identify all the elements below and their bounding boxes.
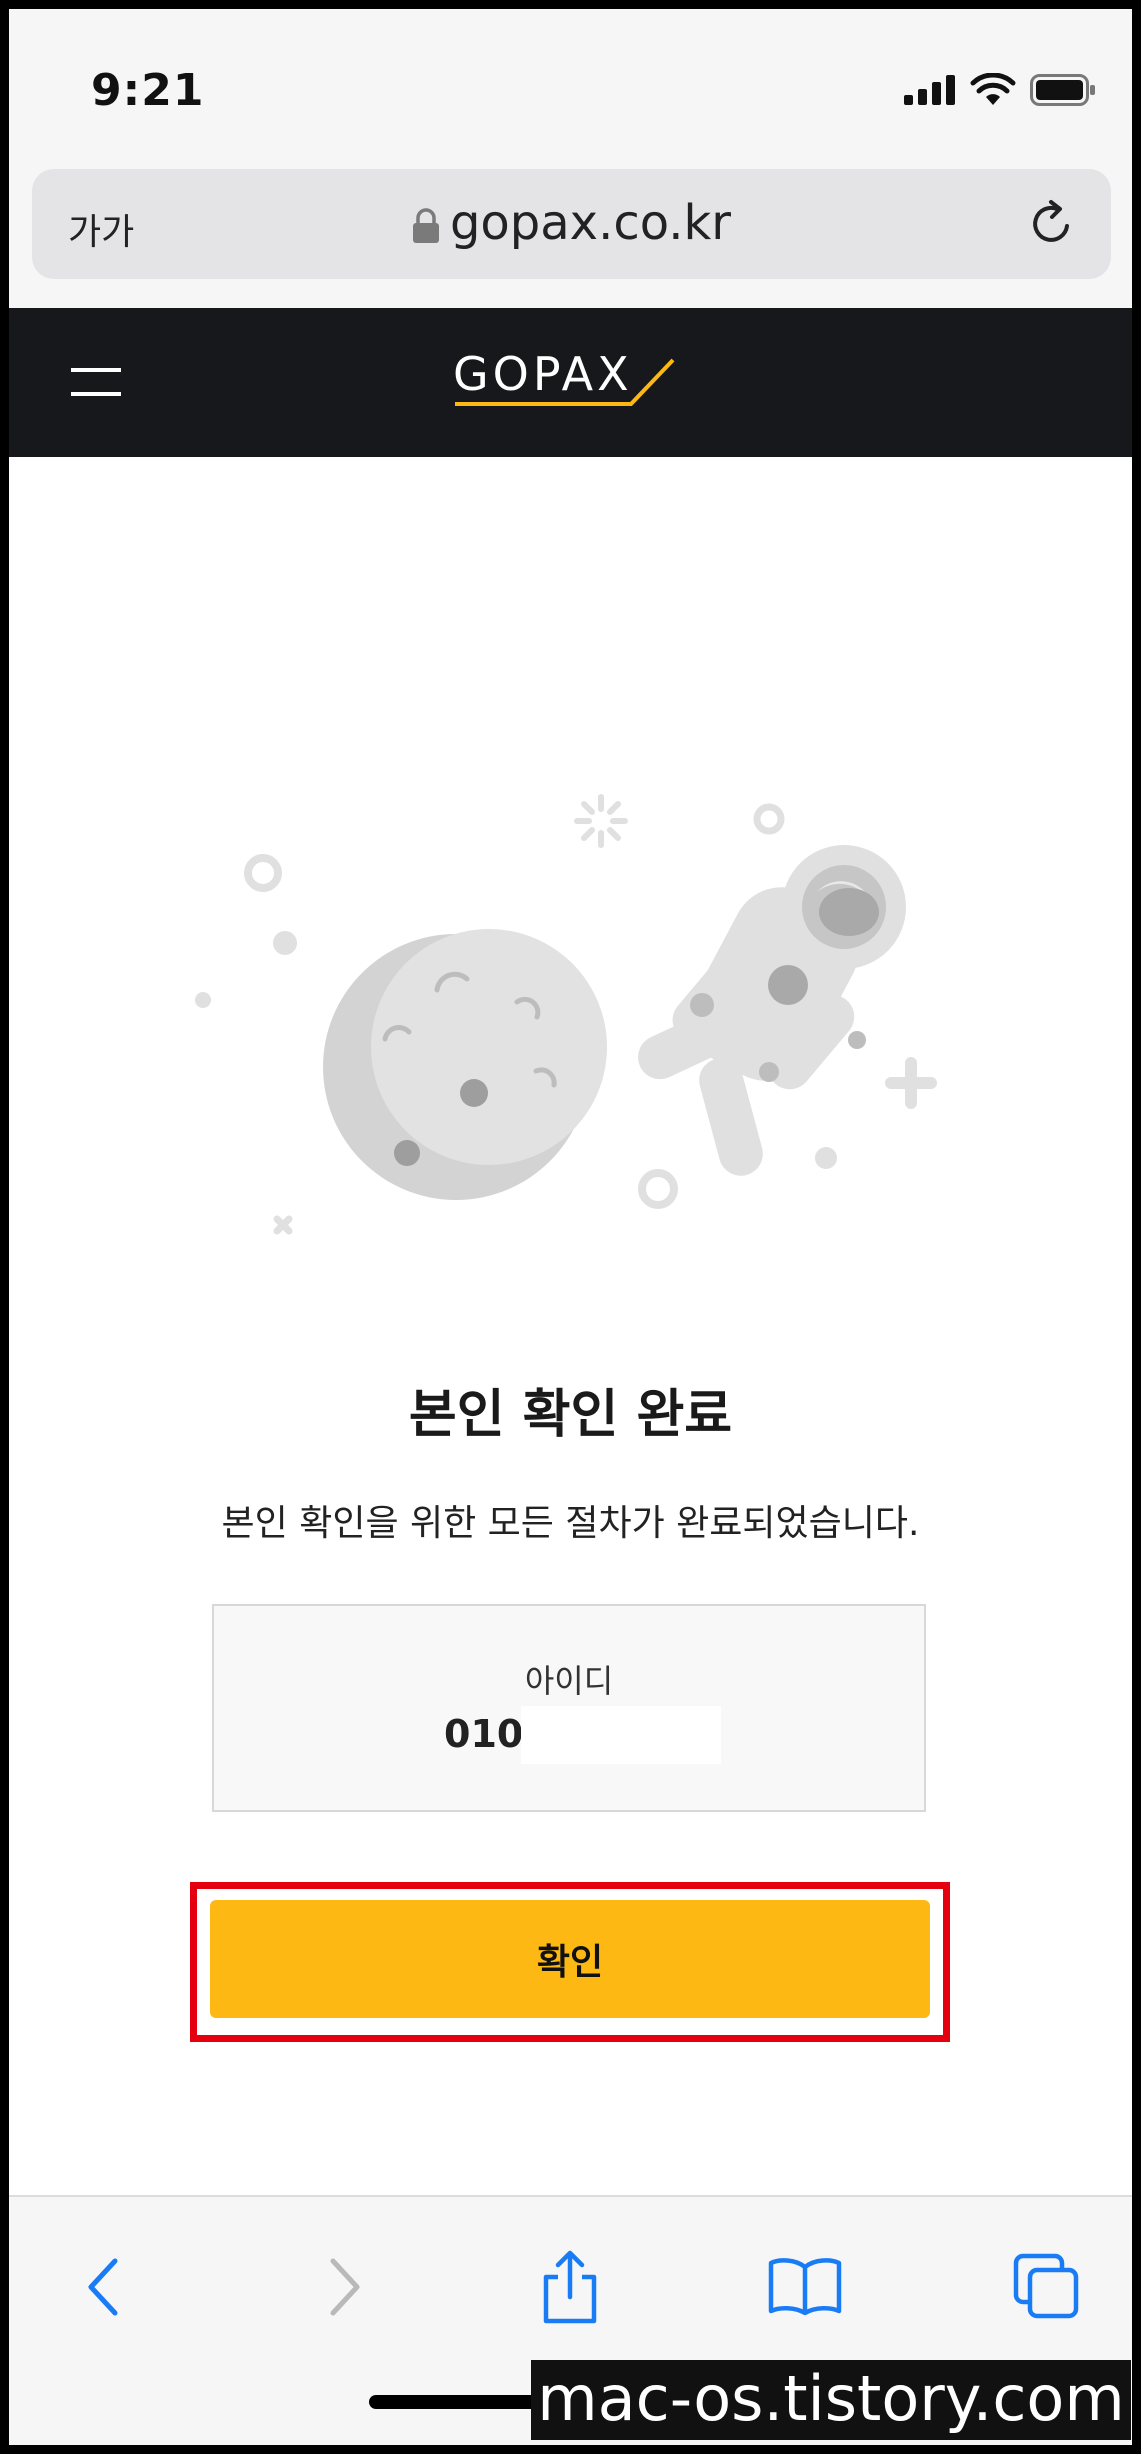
logo-graphic: GOPAX [453, 347, 674, 406]
tabs-button[interactable] [1007, 2247, 1087, 2327]
chevron-left-icon [88, 2258, 118, 2316]
id-redaction-mask [521, 1706, 721, 1764]
id-label: 아이디 [524, 1662, 614, 1700]
reload-icon[interactable] [1027, 199, 1077, 249]
confirm-button[interactable]: 확인 [210, 1900, 930, 2018]
page-description: 본인 확인을 위한 모든 절차가 완료되었습니다. [221, 1503, 920, 1544]
forward-button[interactable] [305, 2247, 385, 2327]
url-display[interactable]: gopax.co.kr [32, 195, 1111, 251]
astronaut-moon-illustration [195, 794, 937, 1235]
address-bar[interactable]: 가가 gopax.co.kr [32, 169, 1111, 279]
battery-icon [1030, 74, 1095, 106]
watermark-text: mac-os.tistory.com [531, 2360, 1131, 2440]
id-value: 010 [444, 1712, 524, 1756]
id-info-box: 아이디 010 [212, 1604, 926, 1812]
status-bar: 9:21 [9, 9, 1132, 169]
book-icon [768, 2258, 842, 2316]
bookmarks-button[interactable] [765, 2247, 845, 2327]
status-time: 9:21 [91, 65, 205, 116]
gopax-logo[interactable]: GOPAX [9, 346, 1132, 420]
chevron-right-icon [330, 2258, 360, 2316]
back-button[interactable] [63, 2247, 143, 2327]
share-icon [543, 2250, 597, 2324]
share-button[interactable] [530, 2247, 610, 2327]
lock-icon [412, 208, 439, 243]
wifi-icon [970, 73, 1016, 105]
main-content: 본인 확인 완료 본인 확인을 위한 모든 절차가 완료되었습니다. 아이디 0… [9, 457, 1132, 2195]
phone-screen: 9:21 가가 gopax.co.kr GOPAX 본인 확인 완료 본인 확인… [9, 9, 1132, 2445]
page-title: 본인 확인 완료 [408, 1385, 733, 1445]
cellular-signal-icon [904, 75, 955, 105]
tabs-icon [1013, 2253, 1079, 2319]
site-header: GOPAX [9, 308, 1132, 457]
logo-text: GOPAX [453, 347, 633, 401]
url-text: gopax.co.kr [449, 195, 732, 251]
status-icons [904, 73, 1096, 107]
